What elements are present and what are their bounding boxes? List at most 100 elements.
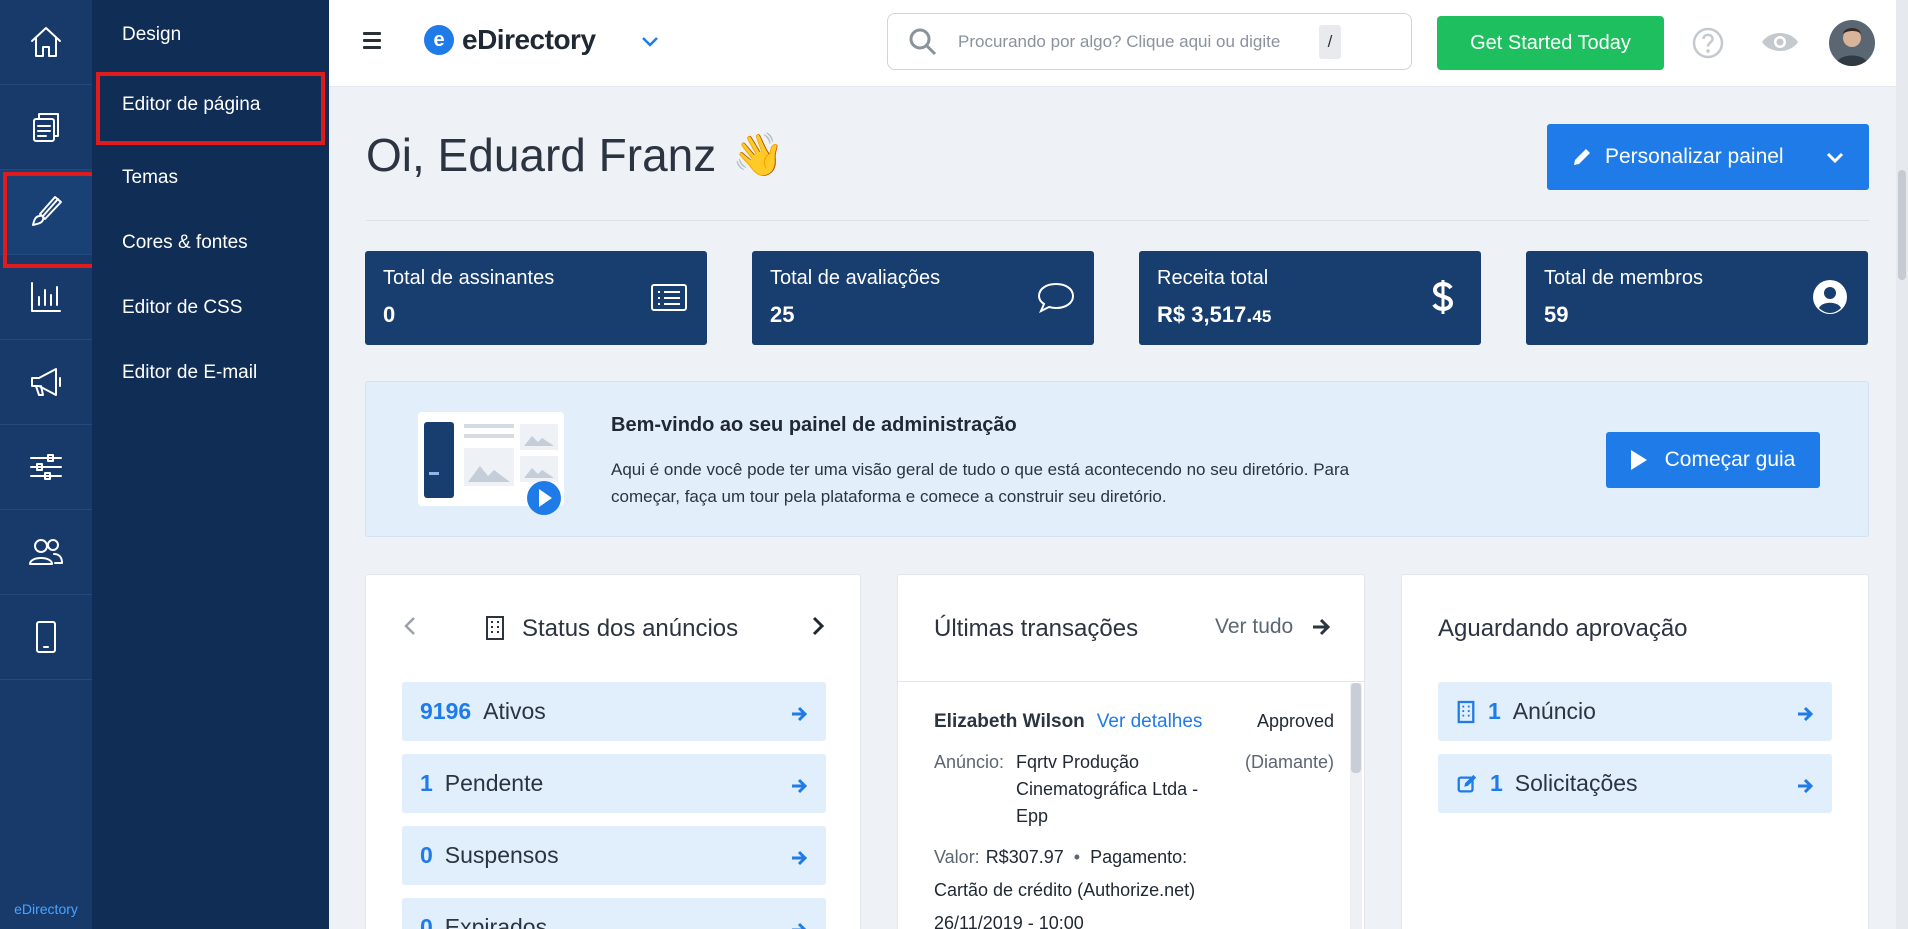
logo-text: eDirectory — [462, 24, 596, 55]
preview-eye-icon[interactable] — [1760, 27, 1800, 57]
transactions-card: Últimas transações Ver tudo Elizabeth Wi… — [897, 574, 1365, 929]
status-row-suspended[interactable]: 0 Suspensos — [402, 826, 826, 885]
content-icon — [33, 113, 59, 142]
stat-value: R$ 3,517.45 — [1157, 302, 1272, 327]
submenu-item-css-editor[interactable]: Editor de CSS — [92, 275, 329, 340]
page-scrollbar[interactable] — [1896, 0, 1908, 929]
transactions-scrollbar[interactable] — [1350, 683, 1362, 929]
stat-card-revenue[interactable]: Receita total R$ 3,517.45 — [1139, 251, 1481, 345]
arrow-right-icon[interactable] — [1311, 617, 1331, 637]
waving-hand-icon: 👋 — [732, 130, 785, 178]
status-label: Suspensos — [444, 842, 559, 868]
stat-value: 59 — [1544, 302, 1569, 327]
status-row-active[interactable]: 9196 Ativos — [402, 682, 826, 741]
icon-rail: eDirectory — [0, 0, 96, 929]
approval-row-claims[interactable]: 1 Solicitações — [1438, 754, 1832, 813]
logo-badge: e — [424, 25, 454, 55]
submenu-item-page-editor[interactable]: Editor de página — [96, 72, 325, 145]
approval-label: Solicitações — [1514, 770, 1638, 796]
search-icon — [908, 27, 938, 57]
submenu-item-themes[interactable]: Temas — [92, 145, 329, 210]
logo[interactable]: e eDirectory — [424, 24, 596, 56]
customize-dashboard-button[interactable]: Personalizar painel — [1547, 124, 1869, 190]
stat-card-reviews[interactable]: Total de avaliações 25 — [752, 251, 1094, 345]
previous-arrow-icon[interactable] — [402, 615, 418, 637]
stat-label: Total de membros — [1544, 267, 1703, 289]
welcome-text: Aqui é onde você pode ter uma visão gera… — [611, 460, 1350, 506]
home-icon — [31, 27, 61, 57]
status-label: Ativos — [483, 698, 546, 724]
status-label: Pendente — [444, 770, 544, 796]
dollar-icon — [1423, 277, 1463, 317]
arrow-right-icon — [1796, 774, 1814, 794]
play-icon — [1630, 450, 1647, 470]
user-avatar[interactable] — [1829, 20, 1875, 66]
transaction-details-link[interactable]: Ver detalhes — [1097, 711, 1203, 733]
rail-content[interactable] — [0, 85, 92, 170]
listing-label: Anúncio: — [934, 752, 1005, 772]
status-count: 0 — [420, 842, 433, 868]
rail-home[interactable] — [0, 0, 92, 85]
arrow-right-icon — [790, 702, 808, 722]
user-circle-icon — [1810, 277, 1850, 317]
customize-dashboard-label: Personalizar painel — [1605, 145, 1784, 168]
site-switcher-chevron-icon[interactable] — [639, 30, 661, 52]
welcome-title: Bem-vindo ao seu painel de administração — [611, 414, 1017, 436]
list-icon — [649, 277, 689, 317]
rail-promotion[interactable] — [0, 340, 92, 425]
rail-mobile[interactable] — [0, 595, 92, 680]
menu-toggle-icon[interactable] — [363, 32, 381, 49]
arrow-right-icon — [790, 846, 808, 866]
comment-icon — [1036, 277, 1076, 317]
status-row-pending[interactable]: 1 Pendente — [402, 754, 826, 813]
transaction-date: 26/11/2019 - 10:00 — [934, 913, 1084, 929]
search-input[interactable] — [958, 31, 1313, 52]
arrow-right-icon — [1796, 702, 1814, 722]
value-label: Valor: — [934, 847, 980, 867]
arrow-right-icon — [790, 774, 808, 794]
approval-label: Anúncio — [1512, 698, 1596, 724]
see-all-link[interactable]: Ver tudo — [1215, 615, 1293, 639]
approval-count: 1 — [1490, 770, 1503, 796]
start-guide-button[interactable]: Começar guia — [1606, 432, 1820, 488]
top-bar: e eDirectory / Get Started Today — [329, 0, 1908, 87]
stat-card-subscribers[interactable]: Total de assinantes 0 — [365, 251, 707, 345]
pencil-icon — [1574, 149, 1590, 165]
welcome-banner: Bem-vindo ao seu painel de administração… — [365, 381, 1869, 537]
stat-label: Receita total — [1157, 267, 1269, 289]
rail-users[interactable] — [0, 510, 92, 595]
status-row-expired[interactable]: 0 Expirados — [402, 898, 826, 929]
users-icon — [29, 539, 63, 565]
transaction-listing-level: (Diamante) — [1244, 752, 1334, 772]
transaction-payment-method: Cartão de crédito (Authorize.net) — [934, 880, 1196, 900]
submenu-item-colors-fonts[interactable]: Cores & fontes — [92, 210, 329, 275]
stat-label: Total de assinantes — [383, 267, 555, 289]
arrow-right-icon — [790, 918, 808, 929]
get-started-button[interactable]: Get Started Today — [1437, 16, 1664, 70]
payment-label: Pagamento: — [1090, 847, 1188, 867]
stat-value: 0 — [383, 302, 396, 327]
separator-dot: • — [1073, 847, 1081, 867]
status-label: Expirados — [444, 914, 548, 929]
submenu-item-email-editor[interactable]: Editor de E-mail — [92, 340, 329, 405]
settings-sliders-icon — [30, 454, 62, 480]
search-box: / — [887, 13, 1412, 70]
approval-row-listings[interactable]: 1 Anúncio — [1438, 682, 1832, 741]
next-arrow-icon[interactable] — [810, 615, 826, 637]
stat-value: 25 — [770, 302, 795, 327]
stat-card-members[interactable]: Total de membros 59 — [1526, 251, 1868, 345]
transaction-value: R$307.97 — [985, 847, 1064, 867]
listing-status-title: Status dos anúncios — [522, 615, 739, 642]
transactions-header: Últimas transações Ver tudo — [898, 575, 1364, 682]
rail-reports[interactable] — [0, 255, 92, 340]
search-shortcut-key: / — [1319, 24, 1341, 59]
building-icon — [484, 615, 506, 641]
greeting: Oi, Eduard Franz 👋 — [366, 128, 785, 182]
rail-design[interactable] — [0, 170, 96, 268]
design-brush-icon — [32, 196, 62, 226]
mobile-icon — [36, 621, 56, 653]
stat-value-cents: 45 — [1252, 307, 1272, 326]
rail-settings[interactable] — [0, 425, 92, 510]
stat-label: Total de avaliações — [770, 267, 941, 289]
help-icon[interactable] — [1691, 26, 1725, 60]
